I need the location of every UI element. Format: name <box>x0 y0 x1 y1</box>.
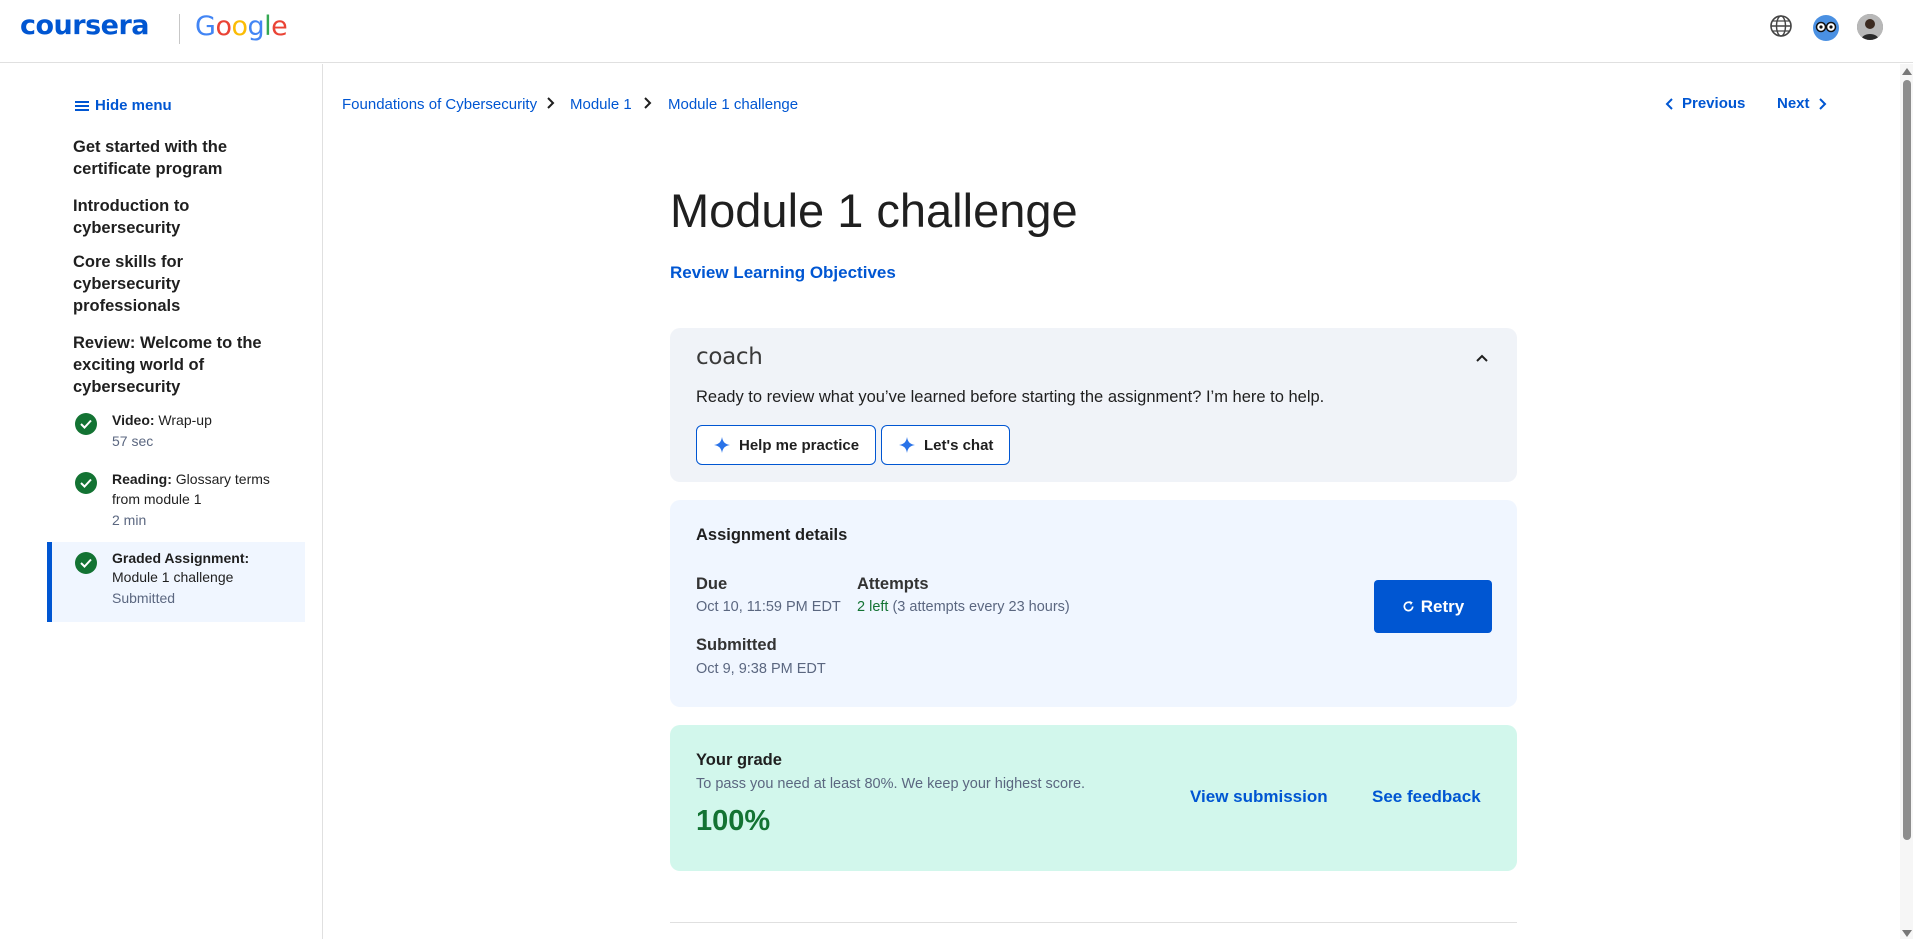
item-type: Video: <box>112 412 155 428</box>
due-label: Due <box>696 575 728 593</box>
content-divider <box>670 922 1517 923</box>
hide-menu-label: Hide menu <box>95 97 172 114</box>
see-feedback-link[interactable]: See feedback <box>1372 787 1481 807</box>
attempts-label: Attempts <box>857 575 929 593</box>
submitted-value: Oct 9, 9:38 PM EDT <box>696 661 826 677</box>
coach-message: Ready to review what you’ve learned befo… <box>696 388 1325 406</box>
coursera-logo[interactable]: coursera <box>20 10 150 41</box>
next-button[interactable]: Next <box>1777 95 1827 112</box>
breadcrumb-current[interactable]: Module 1 challenge <box>668 96 798 113</box>
lets-chat-label: Let's chat <box>924 436 994 454</box>
scrollbar-thumb[interactable] <box>1903 80 1911 840</box>
due-value: Oct 10, 11:59 PM EDT <box>696 599 841 615</box>
attempts-value: 2 left (3 attempts every 23 hours) <box>857 599 1070 615</box>
grade-score: 100% <box>696 805 771 837</box>
completed-check-icon <box>75 552 97 574</box>
chevron-right-icon <box>1818 97 1826 110</box>
completed-check-icon <box>75 472 97 494</box>
completed-check-icon <box>75 413 97 435</box>
breadcrumb-course[interactable]: Foundations of Cybersecurity <box>342 96 537 113</box>
refresh-icon <box>1403 600 1414 612</box>
breadcrumb-module[interactable]: Module 1 <box>570 96 632 113</box>
breadcrumb-separator-icon <box>643 96 653 114</box>
globe-icon[interactable] <box>1769 14 1795 40</box>
item-status: Submitted <box>112 590 176 606</box>
item-type: Graded Assignment: <box>112 550 250 566</box>
sidebar-module-get-started[interactable]: Get started with the certificate program <box>73 136 263 180</box>
sidebar-item-reading-glossary[interactable]: Reading: Glossary terms from module 1 2 … <box>47 469 277 539</box>
item-title: Wrap-up <box>158 412 212 428</box>
retry-label: Retry <box>1420 596 1465 616</box>
scroll-up-arrow-icon[interactable] <box>1902 68 1912 75</box>
sidebar-module-core-skills[interactable]: Core skills for cybersecurity profession… <box>73 251 213 317</box>
grade-requirement: To pass you need at least 80%. We keep y… <box>696 776 1086 792</box>
sparkle-icon <box>714 437 730 453</box>
sidebar-item-video-wrap-up[interactable]: Video: Wrap-up 57 sec <box>47 410 305 460</box>
hide-menu-button[interactable]: Hide menu <box>75 97 172 114</box>
breadcrumb-separator-icon <box>546 96 556 114</box>
chevron-up-icon[interactable] <box>1475 350 1489 368</box>
coach-avatar-icon[interactable] <box>1812 14 1839 41</box>
grade-panel: Your grade To pass you need at least 80%… <box>670 725 1517 871</box>
sparkle-icon <box>899 437 915 453</box>
scroll-down-arrow-icon[interactable] <box>1902 930 1912 937</box>
item-duration: 57 sec <box>112 433 154 449</box>
next-label: Next <box>1777 95 1810 112</box>
item-duration: 2 min <box>112 512 147 528</box>
help-me-practice-label: Help me practice <box>739 436 860 454</box>
sidebar-module-introduction[interactable]: Introduction to cybersecurity <box>73 195 223 239</box>
user-avatar[interactable] <box>1857 14 1883 40</box>
sidebar-module-review[interactable]: Review: Welcome to the exciting world of… <box>73 332 273 398</box>
top-header: coursera Google <box>0 0 1913 63</box>
chevron-left-icon <box>1665 97 1673 110</box>
view-submission-link[interactable]: View submission <box>1190 787 1328 807</box>
assignment-details-title: Assignment details <box>696 526 848 544</box>
item-title: Module 1 challenge <box>112 569 234 585</box>
course-sidebar: Hide menu Get started with the certifica… <box>0 64 323 939</box>
grade-title: Your grade <box>696 751 782 769</box>
item-type: Reading: <box>112 471 172 487</box>
attempts-left: 2 left <box>857 599 889 615</box>
coach-logo: coach <box>696 344 763 370</box>
previous-label: Previous <box>1682 95 1746 112</box>
retry-button[interactable]: Retry <box>1374 580 1492 633</box>
logo-divider <box>179 14 180 44</box>
menu-icon <box>75 100 89 111</box>
review-learning-objectives-link[interactable]: Review Learning Objectives <box>670 263 896 283</box>
page-title: Module 1 challenge <box>670 184 1078 237</box>
help-me-practice-button[interactable]: Help me practice <box>696 425 877 465</box>
previous-button[interactable]: Previous <box>1665 95 1745 112</box>
attempts-rule: (3 attempts every 23 hours) <box>888 599 1070 615</box>
submitted-label: Submitted <box>696 636 777 654</box>
lets-chat-button[interactable]: Let's chat <box>881 425 1011 465</box>
assignment-details-panel: Assignment details Due Oct 10, 11:59 PM … <box>670 500 1517 707</box>
coach-panel: coach Ready to review what you’ve learne… <box>670 328 1517 482</box>
google-logo: Google <box>195 11 288 42</box>
sidebar-item-graded-assignment[interactable]: Graded Assignment: Module 1 challenge Su… <box>47 542 305 622</box>
